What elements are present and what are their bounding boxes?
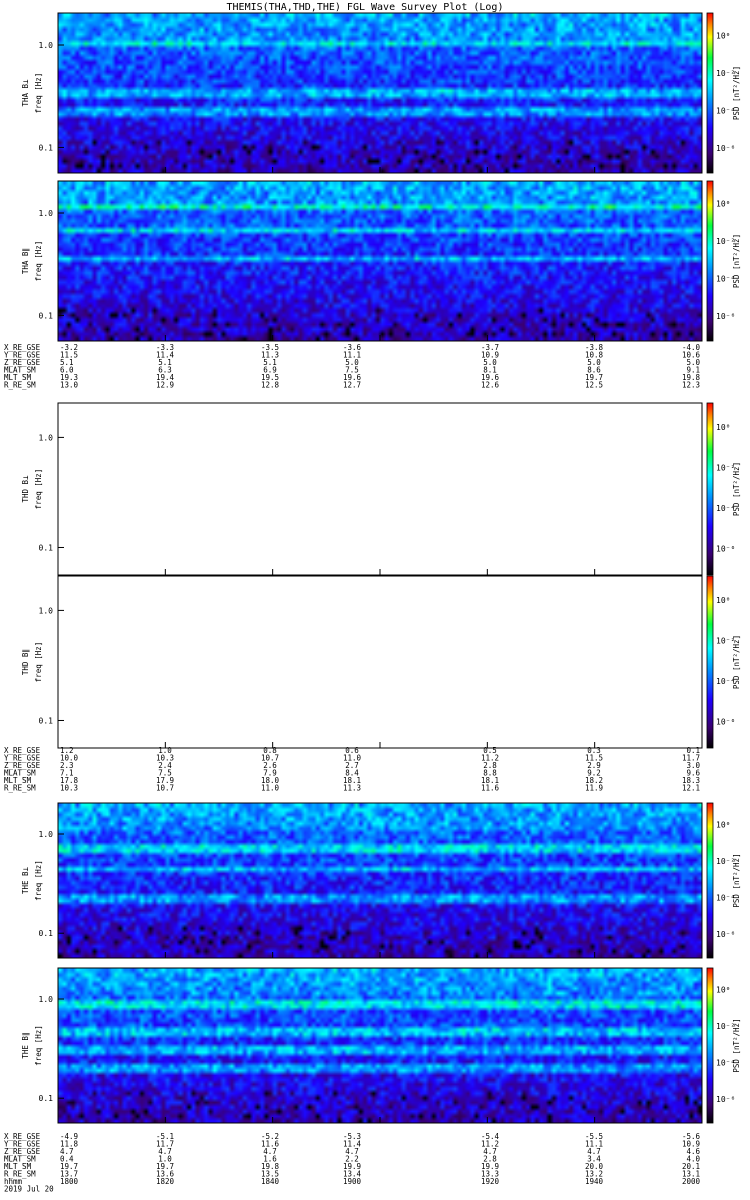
y-tick-label: 1.0	[39, 433, 54, 442]
colorbar	[706, 180, 714, 342]
ephemeris-block-1: X_RE_GSE -3.2 -3.3 -3.5 -3.6 -3.7 -3.8 -4.0Y_RE…	[4, 343, 700, 390]
colorbar-tick-label: 10⁻⁶	[716, 1095, 735, 1104]
panel-label: THE B⊥	[21, 866, 30, 894]
colorbar-tick-label: 10⁻⁶	[716, 717, 735, 726]
y-tick-label: 1.0	[39, 41, 54, 50]
colorbar-tick-label: 10⁰	[716, 199, 730, 208]
colorbar-tick-label: 10⁰	[716, 596, 730, 605]
panel-label: THD B∥	[21, 649, 30, 675]
ephemeris-value: 2000	[682, 1177, 701, 1186]
ephemeris-value: 12.8	[261, 381, 280, 390]
y-axis-label: freq [Hz]	[34, 241, 43, 282]
ephemeris-value: 1820	[156, 1177, 175, 1186]
ephemeris-row-label: R_RE_SM	[4, 784, 36, 793]
panel-6: 1.00.1THE B∥ freq [Hz]10⁰10⁻²10⁻⁴10⁻⁶PSD …	[21, 967, 741, 1124]
panel-label: THA B⊥	[21, 79, 30, 107]
colorbar-tick-label: 10⁰	[716, 986, 730, 995]
y-tick-label: 0.1	[39, 716, 54, 725]
ephemeris-value: 10.7	[156, 784, 174, 793]
y-axis-label: freq [Hz]	[34, 73, 43, 114]
y-axis-label: freq [Hz]	[34, 860, 43, 901]
ephemeris-value: 11.0	[261, 784, 280, 793]
colorbar	[706, 12, 714, 174]
panel-label: THD B⊥	[21, 475, 30, 503]
ephemeris-block-2: X_RE_GSE 1.2 1.0 0.8 0.6 0.5 0.3 0.1Y_RE_GSE 10.…	[4, 746, 700, 793]
ephemeris-block-3: X_RE_GSE -4.9 -5.1 -5.2 -5.3 -5.4 -5.5 -5.6Y_RE…	[4, 1132, 700, 1194]
spectrogram-image	[58, 13, 702, 173]
colorbar-tick-label: 10⁻⁶	[716, 312, 735, 321]
colorbar-tick-label: 10⁰	[716, 821, 730, 830]
panel-frame	[57, 402, 703, 576]
panel-5: 1.00.1THE B⊥ freq [Hz]10⁰10⁻²10⁻⁴10⁻⁶PSD …	[21, 802, 741, 959]
y-tick-label: 0.1	[39, 543, 54, 552]
ephemeris-value: 12.3	[682, 381, 700, 390]
colorbar-label: PSD [nT²/Hz]	[732, 635, 741, 689]
wave-survey-plot: THEMIS(THA,THD,THE) FGL Wave Survey Plot…	[4, 2, 741, 1194]
ephemeris-value: 1900	[343, 1177, 362, 1186]
y-tick-label: 1.0	[39, 209, 54, 218]
spectrogram-image	[58, 181, 702, 341]
y-tick-label: 0.1	[39, 143, 54, 152]
ephemeris-value: 12.6	[481, 381, 500, 390]
colorbar	[706, 967, 714, 1124]
ephemeris-value: 12.5	[585, 381, 603, 390]
panel-2: 1.00.1THA B∥ freq [Hz]10⁰10⁻²10⁻⁴10⁻⁶PSD …	[21, 180, 741, 342]
y-tick-label: 1.0	[39, 830, 54, 839]
plot-date: 2019 Jul 20	[4, 1185, 54, 1194]
y-axis-label: freq [Hz]	[34, 642, 43, 683]
y-tick-label: 1.0	[39, 606, 54, 615]
spectrogram-image	[58, 803, 702, 958]
colorbar	[706, 802, 714, 959]
colorbar	[706, 402, 714, 576]
colorbar-tick-label: 10⁻⁶	[716, 930, 735, 939]
ephemeris-value: 1940	[585, 1177, 604, 1186]
colorbar-tick-label: 10⁻⁶	[716, 544, 735, 553]
ephemeris-value: 1840	[261, 1177, 280, 1186]
panel-4: 1.00.1THD B∥ freq [Hz]10⁰10⁻²10⁻⁴10⁻⁶PSD …	[21, 575, 741, 749]
y-tick-label: 0.1	[39, 311, 54, 320]
panel-label: THE B∥	[21, 1032, 30, 1058]
colorbar-label: PSD [nT²/Hz]	[732, 853, 741, 907]
ephemeris-value: 12.1	[682, 784, 700, 793]
ephemeris-value: 1800	[60, 1177, 79, 1186]
spectrogram-image	[58, 968, 702, 1123]
colorbar-tick-label: 10⁰	[716, 423, 730, 432]
chart-title: THEMIS(THA,THD,THE) FGL Wave Survey Plot…	[227, 2, 504, 13]
ephemeris-value: 12.9	[156, 381, 174, 390]
panel-frame	[57, 575, 703, 749]
ephemeris-row-label: R_RE_SM	[4, 381, 36, 390]
ephemeris-value: 11.3	[343, 784, 361, 793]
colorbar-tick-label: 10⁰	[716, 31, 730, 40]
ephemeris-value: 11.9	[585, 784, 603, 793]
colorbar-tick-label: 10⁻⁶	[716, 144, 735, 153]
panel-label: THA B∥	[21, 248, 30, 274]
ephemeris-value: 11.6	[481, 784, 500, 793]
panel-3: 1.00.1THD B⊥ freq [Hz]10⁰10⁻²10⁻⁴10⁻⁶PSD …	[21, 402, 741, 576]
y-tick-label: 0.1	[39, 1094, 54, 1103]
colorbar-label: PSD [nT²/Hz]	[732, 462, 741, 516]
y-axis-label: freq [Hz]	[34, 469, 43, 510]
y-axis-label: freq [Hz]	[34, 1025, 43, 1066]
ephemeris-value: 10.3	[60, 784, 78, 793]
ephemeris-value: 12.7	[343, 381, 361, 390]
y-tick-label: 0.1	[39, 929, 54, 938]
colorbar	[706, 575, 714, 749]
colorbar-label: PSD [nT²/Hz]	[732, 66, 741, 120]
ephemeris-value: 1920	[481, 1177, 500, 1186]
colorbar-label: PSD [nT²/Hz]	[732, 234, 741, 288]
ephemeris-value: 13.0	[60, 381, 79, 390]
y-tick-label: 1.0	[39, 995, 54, 1004]
colorbar-label: PSD [nT²/Hz]	[732, 1018, 741, 1072]
panel-1: 1.00.1THA B⊥ freq [Hz]10⁰10⁻²10⁻⁴10⁻⁶PSD …	[21, 12, 741, 174]
